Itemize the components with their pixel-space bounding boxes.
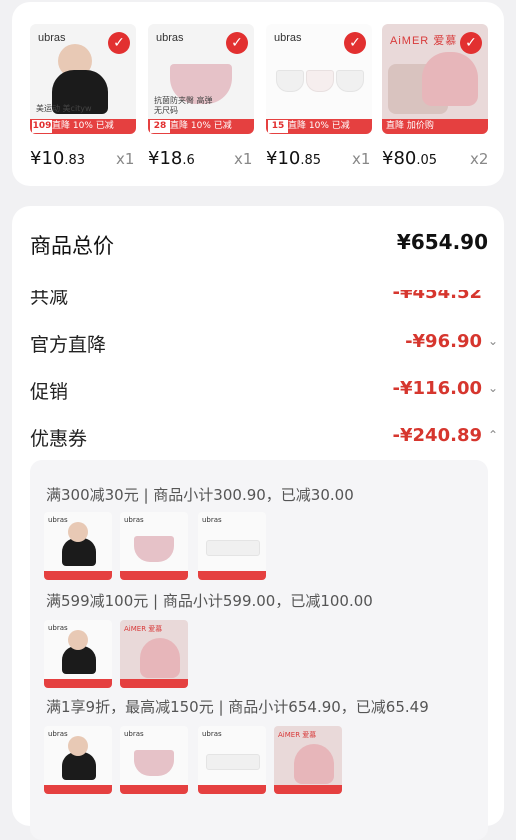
product-quantity: x1 bbox=[116, 150, 135, 168]
product-brand: ubras bbox=[38, 32, 66, 44]
checkmark-icon[interactable]: ✓ bbox=[226, 32, 248, 54]
product-quantity: x1 bbox=[234, 150, 253, 168]
coupon-item-thumbnail: AiMER 爱慕 bbox=[274, 726, 342, 794]
chevron-down-icon[interactable]: ⌄ bbox=[488, 381, 498, 395]
coupon-item-thumbnail: ubras bbox=[120, 512, 188, 580]
coupon-value[interactable]: -¥240.89 bbox=[393, 425, 482, 446]
coupon-item-thumbnail: AiMER 爱慕 bbox=[120, 620, 188, 688]
coupon-item-thumbnail: ubras bbox=[44, 726, 112, 794]
product-price: ¥10.83 bbox=[30, 148, 86, 169]
coupon-rule-1: 满300减30元 | 商品小计300.90，已减30.00 bbox=[46, 486, 354, 504]
coupon-rule-2: 满599减100元 | 商品小计599.00，已减100.00 bbox=[46, 592, 373, 610]
chevron-down-icon[interactable]: ⌄ bbox=[488, 334, 498, 348]
product-price-row-4: ¥80.05 x2 bbox=[382, 148, 492, 172]
product-price-row-3: ¥10.85 x1 bbox=[266, 148, 372, 172]
promo-badge: 28 bbox=[150, 120, 170, 133]
coupon-item-thumbnail: ubras bbox=[198, 726, 266, 794]
promotion-label: 促销 bbox=[30, 381, 69, 403]
coupon-item-thumbnail: ubras bbox=[198, 512, 266, 580]
product-price-row-1: ¥10.83 x1 bbox=[30, 148, 136, 172]
total-price-value: ¥654.90 bbox=[396, 230, 488, 254]
product-brand: AiMER 爱慕 bbox=[390, 35, 458, 47]
official-discount-value[interactable]: -¥96.90 bbox=[405, 331, 482, 352]
coupon-item-thumbnail: ubras bbox=[120, 726, 188, 794]
coupon-rule-3: 满1享9折，最高减150元 | 商品小计654.90，已减65.49 bbox=[46, 698, 429, 716]
product-price: ¥80.05 bbox=[382, 148, 438, 169]
product-quantity: x2 bbox=[470, 150, 489, 168]
checkmark-icon[interactable]: ✓ bbox=[460, 32, 482, 54]
checkmark-icon[interactable]: ✓ bbox=[108, 32, 130, 54]
product-brand: ubras bbox=[156, 32, 184, 44]
product-thumbnail-4[interactable]: AiMER 爱慕 ✓ 直降 加价购 bbox=[382, 24, 488, 134]
official-discount-label: 官方直降 bbox=[30, 334, 107, 356]
product-caption: 美运动 美cityw bbox=[36, 104, 92, 113]
product-price: ¥18.6 bbox=[148, 148, 195, 169]
product-price-row-2: ¥18.6 x1 bbox=[148, 148, 254, 172]
promo-banner: 直降 加价购 bbox=[382, 119, 488, 134]
product-quantity: x1 bbox=[352, 150, 371, 168]
promo-badge: 15 bbox=[268, 120, 288, 133]
coupon-item-thumbnail: ubras bbox=[44, 512, 112, 580]
coupon-item-thumbnail: ubras bbox=[44, 620, 112, 688]
coupon-breakdown-panel: 满300减30元 | 商品小计300.90，已减30.00 ubras ubra… bbox=[30, 460, 488, 840]
checkmark-icon[interactable]: ✓ bbox=[344, 32, 366, 54]
coupon-label: 优惠券 bbox=[30, 428, 88, 450]
product-thumbnail-1[interactable]: ubras ✓ 美运动 美cityw 官方直降 10% 已减 109 bbox=[30, 24, 136, 134]
promo-badge: 109 bbox=[32, 120, 52, 133]
promotion-value[interactable]: -¥116.00 bbox=[393, 378, 482, 399]
product-card: ubras ✓ 美运动 美cityw 官方直降 10% 已减 109 ubras… bbox=[12, 2, 504, 186]
product-brand: ubras bbox=[274, 32, 302, 44]
product-thumbnail-3[interactable]: ubras ✓ 官方直降 10% 已减 15 bbox=[266, 24, 372, 134]
product-price: ¥10.85 bbox=[266, 148, 322, 169]
price-detail-card: 商品总价 ¥654.90 共减 -¥454.52 官方直降 -¥96.90 ⌄ … bbox=[12, 206, 504, 840]
product-thumbnail-2[interactable]: ubras ✓ 抗菌防夹臀 高弹无尺码 官方直降 10% 已减 28 bbox=[148, 24, 254, 134]
product-caption: 抗菌防夹臀 高弹无尺码 bbox=[154, 96, 213, 115]
chevron-up-icon[interactable]: ⌃ bbox=[488, 428, 498, 442]
total-price-label: 商品总价 bbox=[30, 234, 114, 258]
